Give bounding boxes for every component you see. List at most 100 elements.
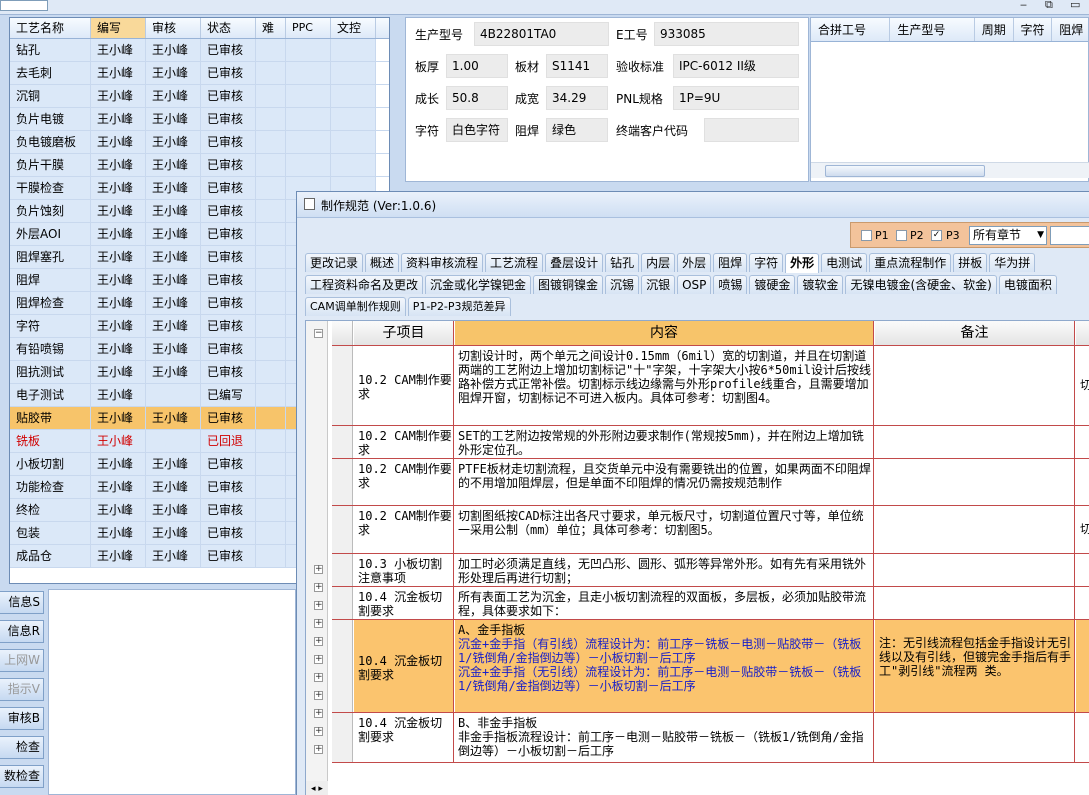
table-row[interactable]: 钻孔 王小峰 王小峰 已审核	[10, 39, 389, 62]
expand-icon[interactable]: +	[314, 565, 323, 574]
column-header-status[interactable]: 状态	[201, 18, 256, 38]
instruction-v-button[interactable]: 指示V	[0, 678, 44, 701]
tab-row1-8[interactable]: 阻焊	[713, 253, 748, 272]
column-header-model[interactable]: 生产型号	[890, 18, 975, 41]
chapter-select[interactable]: 所有章节 ▼	[969, 226, 1047, 245]
check-button[interactable]: 检查	[0, 736, 44, 759]
scroll-arrows-icon[interactable]: ◂ ▸	[306, 781, 328, 795]
column-header-extra[interactable]	[1076, 321, 1089, 345]
expand-icon[interactable]: +	[314, 637, 323, 646]
scrollbar-thumb[interactable]	[825, 165, 985, 177]
maximize-icon[interactable]: ▭	[1070, 0, 1080, 11]
spec-row[interactable]: 10.4 沉金板切割要求 所有表面工艺为沉金，且走小板切割流程的双面板，多层板，必…	[332, 587, 1089, 620]
row-selector[interactable]	[332, 587, 353, 619]
p1-checkbox[interactable]	[861, 230, 872, 241]
column-header-cycle[interactable]: 周期	[975, 18, 1014, 41]
material-field[interactable]: S1141	[546, 54, 608, 78]
expand-icon[interactable]: +	[314, 601, 323, 610]
standard-field[interactable]: IPC-6012 II级	[673, 54, 799, 78]
mask-field[interactable]: 绿色	[546, 118, 608, 142]
tab-row2-9[interactable]: 无镍电镀金(含硬金、软金)	[845, 275, 997, 294]
tab-row1-1[interactable]: 概述	[365, 253, 400, 272]
expand-icon[interactable]: +	[314, 583, 323, 592]
tab-row1-2[interactable]: 资料审核流程	[401, 253, 484, 272]
expand-icon[interactable]: +	[314, 745, 323, 754]
row-selector[interactable]	[332, 346, 353, 425]
tab-row1-11[interactable]: 电测试	[821, 253, 868, 272]
tab-row2-2[interactable]: 图镀铜镍金	[533, 275, 604, 294]
tab-row1-0[interactable]: 更改记录	[305, 253, 364, 272]
expand-icon[interactable]: +	[314, 727, 323, 736]
tab-row1-12[interactable]: 重点流程制作	[869, 253, 952, 272]
expand-icon[interactable]: +	[314, 619, 323, 628]
column-header-content[interactable]: 内容	[455, 321, 874, 345]
column-header-process[interactable]: 工艺名称	[10, 18, 91, 38]
eno-field[interactable]: 933085	[654, 22, 799, 46]
table-row[interactable]: 负片电镀 王小峰 王小峰 已审核	[10, 108, 389, 131]
column-header-difficulty[interactable]: 难	[256, 18, 286, 38]
tab-row2-0[interactable]: 工程资料命名及更改	[305, 275, 424, 294]
row-selector[interactable]	[332, 713, 353, 762]
column-header-mask[interactable]: 阻焊	[1052, 18, 1088, 41]
row-selector[interactable]	[332, 620, 353, 712]
expand-icon[interactable]: +	[314, 691, 323, 700]
table-row[interactable]: 负电镀磨板 王小峰 王小峰 已审核	[10, 131, 389, 154]
spec-row[interactable]: 10.2 CAM制作要求 切割设计时，两个单元之间设计0.15mm（6mil）宽的…	[332, 346, 1089, 426]
restore-icon[interactable]: ⧉	[1045, 0, 1053, 12]
tab-row3-1[interactable]: P1-P2-P3规范差异	[407, 297, 511, 316]
top-search-input[interactable]	[0, 0, 48, 11]
row-selector[interactable]	[332, 554, 353, 586]
info-s-button[interactable]: 信息S	[0, 591, 44, 614]
p2-checkbox[interactable]	[896, 230, 907, 241]
tab-row1-7[interactable]: 外层	[677, 253, 712, 272]
upload-w-button[interactable]: 上网W	[0, 649, 44, 672]
spec-row[interactable]: 10.3 小板切割注意事项 加工时必须满足直线，无凹凸形、圆形、弧形等异常外形。如…	[332, 554, 1089, 587]
tab-row2-3[interactable]: 沉锡	[605, 275, 640, 294]
tab-row1-9[interactable]: 字符	[749, 253, 784, 272]
tab-row1-13[interactable]: 拼板	[953, 253, 988, 272]
tab-row2-4[interactable]: 沉银	[641, 275, 676, 294]
model-field[interactable]: 4B22801TA0	[474, 22, 609, 46]
table-row[interactable]: 负片干膜 王小峰 王小峰 已审核	[10, 154, 389, 177]
column-header-writer[interactable]: 编写	[91, 18, 146, 38]
tab-row1-6[interactable]: 内层	[641, 253, 676, 272]
column-header-subitem[interactable]: 子项目	[354, 321, 454, 345]
spec-row[interactable]: 10.2 CAM制作要求 SET的工艺附边按常规的外形附边要求制作(常规按5mm)…	[332, 426, 1089, 459]
tab-row3-0[interactable]: CAM调单制作规则	[305, 297, 406, 316]
tab-row2-8[interactable]: 镀软金	[797, 275, 844, 294]
char-field[interactable]: 白色字符	[446, 118, 508, 142]
select-all-corner[interactable]	[332, 321, 353, 345]
tab-row1-5[interactable]: 钻孔	[605, 253, 640, 272]
dialog-titlebar[interactable]: 制作规范 (Ver:1.0.6)	[297, 192, 1089, 218]
info-r-button[interactable]: 信息R	[0, 620, 44, 643]
spec-row[interactable]: 10.4 沉金板切割要求 A、金手指板 沉金+金手指（有引线）流程设计为：前工序－…	[332, 620, 1089, 713]
param-check-button[interactable]: 数检查	[0, 765, 44, 788]
width-field[interactable]: 34.29	[546, 86, 608, 110]
p3-checkbox[interactable]: ✓	[931, 230, 942, 241]
tab-row1-14[interactable]: 华为拼	[989, 253, 1036, 272]
thickness-field[interactable]: 1.00	[446, 54, 508, 78]
tab-row2-6[interactable]: 喷锡	[713, 275, 748, 294]
tab-row2-10[interactable]: 电镀面积	[998, 275, 1057, 294]
length-field[interactable]: 50.8	[446, 86, 508, 110]
spec-row[interactable]: 10.2 CAM制作要求 PTFE板材走切割流程，且交货单元中没有需要铣出的位置，…	[332, 459, 1089, 506]
table-row[interactable]: 去毛刺 王小峰 王小峰 已审核	[10, 62, 389, 85]
tab-row2-7[interactable]: 镀硬金	[749, 275, 796, 294]
customer-field[interactable]	[704, 118, 799, 142]
spec-row[interactable]: 10.4 沉金板切割要求 B、非金手指板 非金手指板流程设计：前工序－电测－贴胶带…	[332, 713, 1089, 763]
row-selector[interactable]	[332, 506, 353, 553]
combined-jobs-scrollbar[interactable]	[811, 162, 1089, 178]
expand-icon[interactable]: +	[314, 673, 323, 682]
column-header-doc-control[interactable]: 文控	[331, 18, 376, 38]
chapter-search-input[interactable]	[1050, 226, 1089, 245]
row-selector[interactable]	[332, 459, 353, 505]
column-header-char[interactable]: 字符	[1014, 18, 1053, 41]
column-header-ppc[interactable]: PPC	[286, 18, 331, 38]
tab-row1-10[interactable]: 外形	[785, 253, 820, 273]
tab-row1-4[interactable]: 叠层设计	[545, 253, 604, 272]
row-selector[interactable]	[332, 426, 353, 458]
collapse-icon[interactable]: −	[314, 329, 323, 338]
tab-row2-1[interactable]: 沉金或化学镍钯金	[425, 275, 532, 294]
pnl-field[interactable]: 1P=9U	[673, 86, 799, 110]
column-header-note[interactable]: 备注	[875, 321, 1075, 345]
